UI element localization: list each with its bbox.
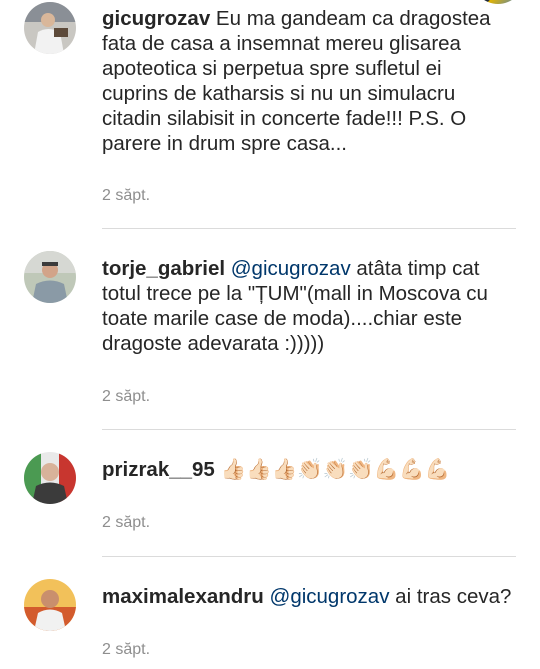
comment-username[interactable]: maximalexandru (102, 585, 264, 608)
comments-screen: gicugrozav Eu ma gandeam ca dragostea fa… (0, 0, 540, 669)
divider (102, 228, 516, 229)
avatar[interactable] (472, 0, 524, 4)
comment-username[interactable]: prizrak__95 (102, 458, 215, 481)
comment-body: 👍🏻👍🏻👍🏻👏🏻👏🏻👏🏻💪🏻💪🏻💪🏻 (220, 458, 451, 481)
avatar[interactable] (24, 251, 76, 303)
avatar[interactable] (24, 452, 76, 504)
avatar[interactable] (24, 579, 76, 631)
divider (102, 429, 516, 430)
comment-time: 2 săpt. (102, 388, 151, 405)
avatar[interactable] (24, 2, 76, 54)
comment-username[interactable]: gicugrozav (102, 7, 210, 30)
comment-time: 2 săpt. (102, 187, 151, 204)
comment-time: 2 săpt. (102, 514, 151, 531)
comment-mention[interactable]: @gicugrozav (231, 257, 351, 280)
comment-username[interactable]: torje_gabriel (102, 257, 225, 280)
divider (102, 556, 516, 557)
comment-time: 2 săpt. (102, 641, 151, 658)
comment-mention[interactable]: @gicugrozav (270, 585, 390, 608)
comment-body: ai tras ceva? (395, 585, 512, 608)
